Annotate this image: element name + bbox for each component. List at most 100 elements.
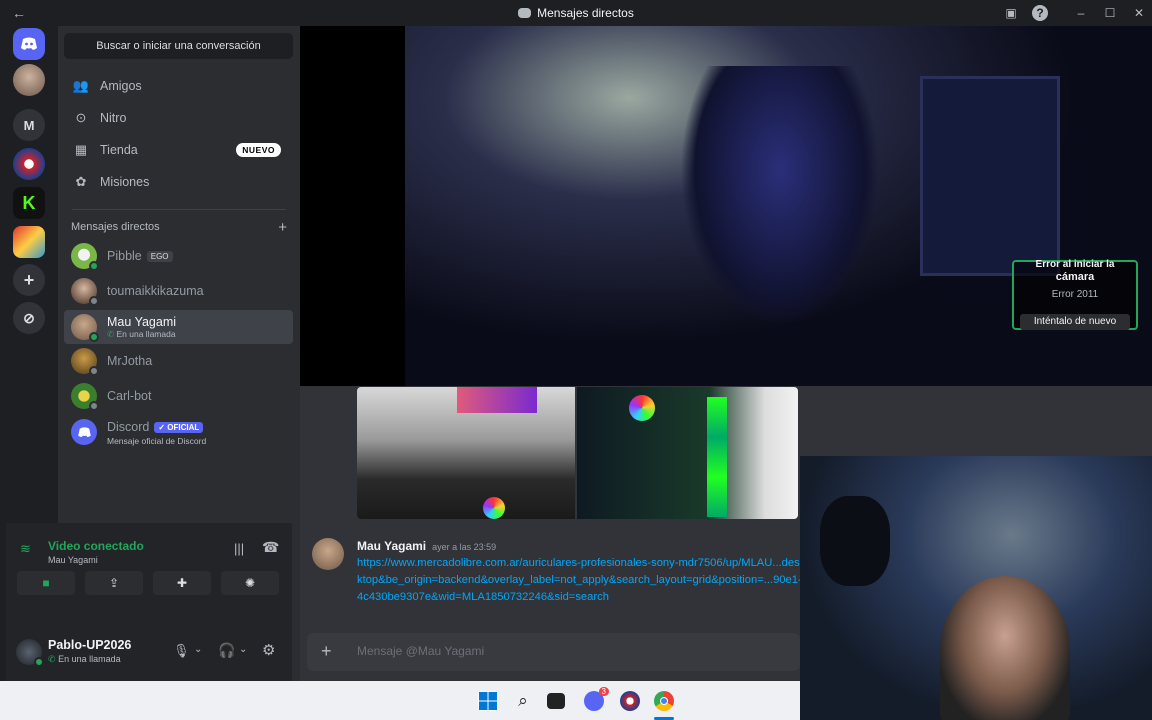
create-dm-icon[interactable]: +: [278, 219, 287, 236]
window-title-text: Mensajes directos: [537, 6, 634, 20]
message-input[interactable]: Mensaje @Mau Yagami: [357, 644, 484, 658]
nav-friends[interactable]: 👥 Amigos: [64, 72, 293, 100]
shop-icon: ▦: [74, 142, 88, 157]
screen-share-button[interactable]: ⇪: [85, 571, 143, 595]
noise-suppression-icon[interactable]: |||: [234, 541, 244, 556]
voice-status-title[interactable]: Video conectado: [48, 539, 144, 553]
camera-error-code: Error 2011: [1051, 289, 1099, 300]
nav-shop[interactable]: ▦ Tienda NUEVO: [64, 136, 293, 164]
discord-home-icon[interactable]: [13, 28, 45, 60]
nav-nitro[interactable]: ⊙ Nitro: [64, 104, 293, 132]
quests-icon: ✿: [75, 174, 87, 189]
new-badge: NUEVO: [236, 143, 281, 157]
inbox-icon[interactable]: ▣: [1003, 5, 1019, 21]
video-poster: [920, 76, 1060, 276]
signal-icon: ≋: [20, 541, 31, 556]
close-icon[interactable]: ✕: [1131, 5, 1147, 21]
voice-channel-name: Mau Yagami: [48, 555, 98, 565]
dm-item-carl-bot[interactable]: Carl-bot: [64, 380, 293, 412]
phone-icon: ✆: [48, 654, 56, 664]
help-icon[interactable]: ?: [1032, 5, 1048, 21]
minimize-icon[interactable]: –: [1073, 5, 1089, 21]
search-icon[interactable]: ⌕: [513, 691, 533, 711]
headphones-icon[interactable]: 🎧: [218, 642, 235, 659]
avatar: [71, 314, 99, 342]
chevron-down-icon[interactable]: ⌄: [239, 644, 247, 655]
message-timestamp: ayer a las 23:59: [432, 542, 497, 552]
nav-friends-label: Amigos: [100, 79, 142, 93]
activities-button[interactable]: ✚: [153, 571, 211, 595]
notification-badge: 3: [598, 687, 609, 696]
image-attachments[interactable]: [357, 387, 798, 519]
friends-icon: 👥: [72, 78, 90, 93]
avatar: [71, 278, 99, 306]
dm-name: MrJotha: [107, 354, 153, 368]
retry-button[interactable]: Inténtalo de nuevo: [1020, 314, 1130, 330]
avatar: [71, 383, 99, 411]
user-avatar[interactable]: [16, 639, 44, 667]
nav-quests[interactable]: ✿ Misiones: [64, 168, 293, 196]
disconnect-icon[interactable]: ☎: [262, 539, 279, 556]
dm-name: Pibble: [107, 249, 142, 263]
search-conversation-button[interactable]: Buscar o iniciar una conversación: [64, 33, 293, 59]
avatar: [71, 243, 99, 271]
app-icon[interactable]: [620, 691, 640, 711]
explore-icon[interactable]: ⊘: [13, 302, 45, 334]
server-avatar-3[interactable]: [13, 226, 45, 258]
nav-shop-label: Tienda: [100, 143, 138, 157]
webcam-person: [940, 576, 1070, 720]
activities-icon: ✚: [176, 576, 188, 590]
video-call-area[interactable]: [300, 26, 1152, 386]
camera-icon: ■: [42, 576, 50, 590]
camera-button[interactable]: ■: [17, 571, 75, 595]
dm-item-mrjotha[interactable]: MrJotha: [64, 345, 293, 377]
discord-avatar-icon: [71, 419, 97, 445]
voice-connection-panel: ≋ Video conectado Mau Yagami ||| ☎ ■ ⇪ ✚…: [6, 523, 292, 623]
message-header: Mau Yagami ayer a las 23:59: [357, 539, 496, 553]
official-tag: ✓ OFICIAL: [154, 422, 204, 433]
user-status: ✆ En una llamada: [48, 654, 121, 664]
soundboard-button[interactable]: ✺: [221, 571, 279, 595]
microphone-icon[interactable]: 🎙: [173, 643, 190, 659]
dm-name: Carl-bot: [107, 389, 152, 403]
chevron-down-icon[interactable]: ⌄: [194, 644, 202, 655]
chrome-icon[interactable]: [654, 691, 674, 711]
message-author[interactable]: Mau Yagami: [357, 539, 426, 553]
dm-status: ✆ En una llamada: [107, 328, 176, 339]
server-m[interactable]: M: [13, 109, 45, 141]
dm-item-mau-yagami[interactable]: Mau Yagami ✆ En una llamada: [64, 310, 293, 344]
add-attachment-icon[interactable]: +: [321, 641, 332, 662]
dm-name: Mau Yagami: [107, 314, 177, 329]
attachment-image-1[interactable]: [357, 387, 575, 519]
server-avatar-2[interactable]: [13, 148, 45, 180]
message-composer[interactable]: + Mensaje @Mau Yagami: [307, 633, 800, 671]
file-explorer-icon[interactable]: [547, 693, 565, 709]
add-server-icon[interactable]: +: [13, 264, 45, 296]
dm-name: toumaikkikazuma: [107, 284, 204, 298]
discord-icon: [518, 8, 532, 18]
server-avatar-1[interactable]: [13, 64, 45, 96]
ego-tag: EGO: [146, 250, 173, 262]
server-kick[interactable]: K: [13, 187, 45, 219]
message-avatar[interactable]: [312, 538, 344, 570]
soundboard-icon: ✺: [244, 576, 256, 590]
dm-item-toumaikkikazuma[interactable]: toumaikkikazuma: [64, 275, 293, 307]
attachment-image-2[interactable]: [577, 387, 798, 519]
discord-taskbar-icon[interactable]: 3: [584, 687, 609, 711]
dm-item-pibble[interactable]: Pibble EGO: [64, 240, 293, 272]
dm-header-label: Mensajes directos: [71, 221, 160, 233]
video-figure: [680, 66, 880, 326]
os-taskbar: ⌕ 3: [0, 681, 800, 720]
user-panel: Pablo-UP2026 ✆ En una llamada 🎙 ⌄ 🎧 ⌄ ⚙: [6, 623, 292, 681]
message-link[interactable]: https://www.mercadolibre.com.ar/auricula…: [357, 555, 802, 607]
settings-gear-icon[interactable]: ⚙: [262, 641, 275, 659]
dm-item-discord[interactable]: Discord ✓ OFICIAL Mensaje oficial de Disc…: [64, 415, 293, 449]
maximize-icon[interactable]: ☐: [1102, 5, 1118, 21]
dm-section-header: Mensajes directos +: [71, 219, 287, 236]
windows-start-icon[interactable]: [478, 691, 498, 711]
dm-status: Mensaje oficial de Discord: [107, 436, 207, 446]
username: Pablo-UP2026: [48, 638, 132, 652]
nitro-icon: ⊙: [75, 110, 87, 125]
avatar: [71, 348, 99, 376]
window-title: Mensajes directos: [0, 6, 1152, 20]
